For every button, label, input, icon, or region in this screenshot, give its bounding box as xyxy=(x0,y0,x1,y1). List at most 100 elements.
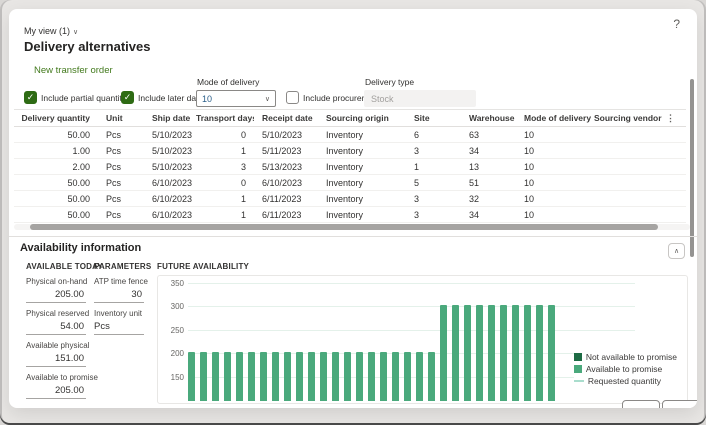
legend-item: Available to promise xyxy=(573,364,677,374)
table-cell: Inventory xyxy=(326,145,364,156)
table-cell: 10 xyxy=(524,209,535,220)
page-title: Delivery alternatives xyxy=(24,39,151,54)
legend-swatch xyxy=(573,353,582,361)
table-cell: Pcs xyxy=(106,193,122,204)
column-header[interactable]: Transport days xyxy=(196,113,254,123)
table-cell: 50.00 xyxy=(67,193,90,204)
table-horizontal-scrollbar[interactable] xyxy=(14,224,690,230)
legend-item: Not available to promise xyxy=(573,352,677,362)
legend-item: Requested quantity xyxy=(573,376,677,386)
delivery-type-input: Stock xyxy=(364,90,476,107)
table-cell: 50.00 xyxy=(67,129,90,140)
chart-bar xyxy=(440,304,447,401)
table-cell: 10 xyxy=(524,145,535,156)
column-header[interactable]: Ship date xyxy=(144,113,196,123)
mode-of-delivery-combobox[interactable]: 10 ∨ xyxy=(196,90,276,107)
column-header[interactable]: Delivery quantity xyxy=(14,113,98,123)
table-cell: 5/10/2023 xyxy=(152,145,193,156)
y-axis-tick-label: 200 xyxy=(170,349,184,358)
column-options-icon[interactable]: ⋮ xyxy=(664,113,680,124)
table-cell: 0 xyxy=(240,129,246,140)
dialog-vertical-scrollbar[interactable] xyxy=(690,79,695,261)
future-availability-chart: 150 200 250 300 350 Not available to promise… xyxy=(157,275,688,404)
ok-button[interactable]: OK xyxy=(622,400,660,408)
field-value[interactable]: 151.00 xyxy=(26,351,86,367)
column-header[interactable]: Site xyxy=(406,113,461,123)
table-cell: 10 xyxy=(524,177,535,188)
cancel-button[interactable]: Cancel xyxy=(662,400,697,408)
table-cell: Inventory xyxy=(326,161,364,172)
column-header[interactable]: Receipt date xyxy=(254,113,318,123)
scrollbar-thumb[interactable] xyxy=(690,79,694,257)
legend-swatch xyxy=(573,380,584,382)
available-today-heading: AVAILABLE TODAY xyxy=(26,262,103,271)
table-row[interactable]: 50.00 Pcs 6/10/2023 1 6/11/2023 Inventory 3 34 1… xyxy=(14,207,686,223)
table-cell: 5/10/2023 xyxy=(152,129,193,140)
form-field: Inventory unit Pcs xyxy=(94,309,144,335)
checkbox-checked-icon: ✓ xyxy=(121,91,134,104)
chart-bar xyxy=(200,351,207,401)
column-header[interactable]: Sourcing origin xyxy=(318,113,406,123)
table-row[interactable]: 1.00 Pcs 5/10/2023 1 5/11/2023 Inventory 3 34 10 xyxy=(14,143,686,159)
table-cell: 6/11/2023 xyxy=(262,209,302,220)
field-label: ATP time fence xyxy=(94,277,148,286)
include-later-dates-checkbox[interactable]: ✓ Include later dates xyxy=(121,91,207,104)
table-cell: 0 xyxy=(240,177,246,188)
column-header[interactable]: Unit xyxy=(98,113,144,123)
column-header[interactable]: Sourcing vendor xyxy=(594,113,664,123)
table-cell: 5/10/2023 xyxy=(262,129,303,140)
table-cell: 13 xyxy=(469,161,480,172)
future-availability-heading: FUTURE AVAILABILITY xyxy=(157,262,250,271)
column-header[interactable]: Mode of delivery xyxy=(516,113,594,123)
table-cell: 10 xyxy=(524,193,535,204)
new-transfer-order-link[interactable]: New transfer order xyxy=(34,65,113,76)
chart-bar xyxy=(332,351,339,401)
table-cell: 1 xyxy=(240,193,246,204)
table-cell: 1 xyxy=(240,209,246,220)
help-icon[interactable]: ? xyxy=(673,17,680,31)
chart-bar xyxy=(308,351,315,401)
collapse-section-button[interactable]: ∧ xyxy=(668,243,685,259)
chart-bar xyxy=(248,351,255,401)
field-value[interactable]: 30 xyxy=(94,287,144,303)
chart-bar xyxy=(224,351,231,401)
checkbox-label: Include partial quantity xyxy=(41,92,127,103)
field-value[interactable]: 205.00 xyxy=(26,383,86,399)
legend-label: Not available to promise xyxy=(585,352,677,362)
chart-legend: Not available to promise Available to pro… xyxy=(573,352,677,386)
chart-bar xyxy=(452,304,459,401)
filter-bar: ✓ Include partial quantity ✓ Include lat… xyxy=(24,77,677,111)
view-selector[interactable]: My view (1) ∨ xyxy=(24,26,78,36)
field-value[interactable]: 54.00 xyxy=(26,319,86,335)
table-header-row: Delivery quantity Unit Ship date Transport … xyxy=(14,110,686,127)
field-label: Inventory unit xyxy=(94,309,143,318)
table-cell: 63 xyxy=(469,129,480,140)
chart-gridline xyxy=(188,282,635,284)
column-header[interactable]: Warehouse xyxy=(461,113,516,123)
y-axis-tick-label: 300 xyxy=(170,302,184,311)
table-cell: Inventory xyxy=(326,209,364,220)
table-row[interactable]: 2.00 Pcs 5/10/2023 3 5/13/2023 Inventory 1 13 10 xyxy=(14,159,686,175)
table-cell: 34 xyxy=(469,145,480,156)
table-row[interactable]: 50.00 Pcs 6/10/2023 0 6/10/2023 Inventory 5 51 1… xyxy=(14,175,686,191)
mode-of-delivery-value: 10 xyxy=(202,93,213,104)
y-axis-tick-label: 350 xyxy=(170,278,184,288)
table-cell: 2.00 xyxy=(72,161,90,172)
chart-bar xyxy=(392,351,399,401)
table-cell: Pcs xyxy=(106,129,122,140)
table-cell: 10 xyxy=(524,129,535,140)
table-cell: 6/10/2023 xyxy=(152,193,193,204)
table-row[interactable]: 50.00 Pcs 5/10/2023 0 5/10/2023 Inventory 6 63 1… xyxy=(14,127,686,143)
table-cell: 51 xyxy=(469,177,480,188)
chart-bar xyxy=(380,351,387,401)
chart-bar xyxy=(488,304,495,401)
table-cell: 6/10/2023 xyxy=(262,177,303,188)
chevron-down-icon: ∨ xyxy=(73,29,79,36)
field-value[interactable]: Pcs xyxy=(94,319,144,335)
scrollbar-thumb[interactable] xyxy=(30,224,658,230)
chart-bar xyxy=(464,304,471,401)
field-label: Physical on-hand xyxy=(26,277,88,286)
include-partial-quantity-checkbox[interactable]: ✓ Include partial quantity xyxy=(24,91,126,104)
table-row[interactable]: 50.00 Pcs 6/10/2023 1 6/11/2023 Inventory 3 32 1… xyxy=(14,191,686,207)
field-value[interactable]: 205.00 xyxy=(26,287,86,303)
